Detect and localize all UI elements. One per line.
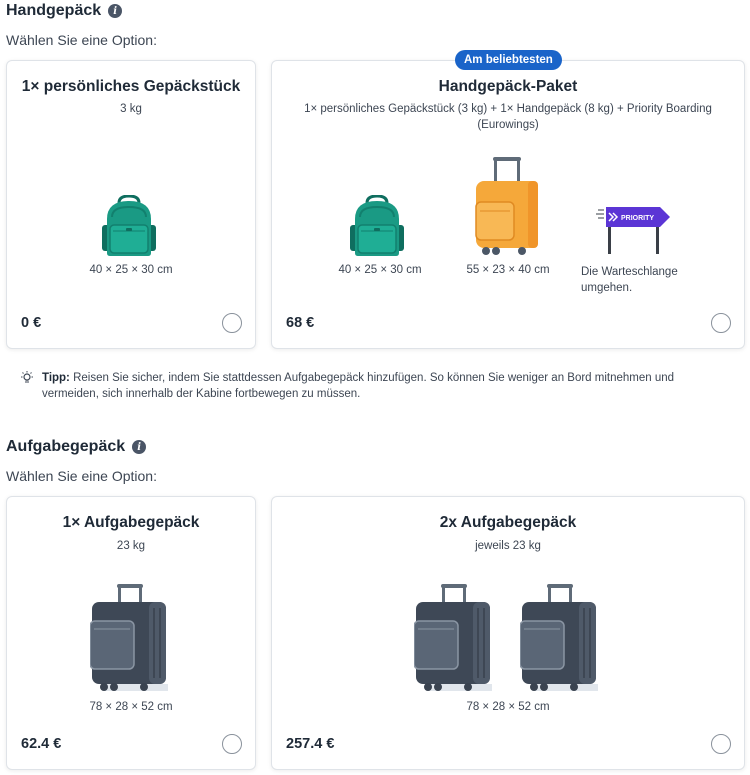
trolley-dimensions: 55 × 23 × 40 cm	[466, 264, 550, 276]
priority-boarding-text: Die Warteschlange umgehen.	[581, 266, 678, 294]
info-icon[interactable]: i	[132, 440, 147, 454]
checked-luggage-title: Aufgabegepäck i	[6, 438, 147, 456]
hand-luggage-title: Handgepäck i	[6, 2, 123, 20]
checked-suitcase-icon	[414, 584, 492, 691]
hand-luggage-subtitle: Wählen Sie eine Option:	[6, 32, 157, 48]
checked-suitcase-icon	[90, 584, 168, 691]
option-price: 257.4 €	[286, 736, 335, 752]
most-popular-badge: Am beliebtesten	[455, 50, 562, 70]
option-title: 2x Aufgabegepäck	[439, 514, 577, 531]
tip-text: Reisen Sie sicher, indem Sie stattdessen…	[42, 372, 675, 400]
backpack-icon	[350, 195, 404, 256]
select-radio[interactable]	[711, 313, 731, 333]
tip-label: Tipp:	[42, 372, 70, 384]
option-description: 1× persönliches Gepäckstück (3 kg) + 1× …	[304, 103, 712, 131]
option-price: 62.4 €	[21, 736, 62, 752]
priority-sign-label: PRIORITY	[621, 215, 654, 222]
backpack-icon	[102, 195, 156, 256]
trolley-suitcase-icon	[475, 157, 538, 255]
option-weight: 23 kg	[116, 540, 146, 552]
select-radio[interactable]	[711, 734, 731, 754]
one-checked-bag-option-card[interactable]: 1× Aufgabegepäck 23 kg 78 × 28 × 52 cm 6…	[6, 496, 256, 770]
priority-sign-icon: PRIORITY	[596, 207, 670, 254]
suitcase-dimensions: 78 × 28 × 52 cm	[89, 701, 173, 713]
backpack-dimensions: 40 × 25 × 30 cm	[338, 264, 422, 276]
hand-luggage-package-option-card[interactable]: Am beliebtesten Handgepäck-Paket 1× pers…	[271, 50, 745, 349]
suitcase-dimensions: 78 × 28 × 52 cm	[466, 701, 550, 713]
select-radio[interactable]	[222, 313, 242, 333]
option-price: 68 €	[286, 315, 315, 331]
backpack-dimensions: 40 × 25 × 30 cm	[89, 264, 173, 276]
option-title: Handgepäck-Paket	[438, 78, 578, 95]
option-title: 1× persönliches Gepäckstück	[21, 78, 241, 95]
option-weight: 3 kg	[120, 103, 142, 115]
option-weight: jeweils 23 kg	[475, 540, 541, 552]
select-radio[interactable]	[222, 734, 242, 754]
checked-suitcase-icon	[520, 584, 598, 691]
option-title: 1× Aufgabegepäck	[62, 514, 200, 531]
lightbulb-icon	[21, 371, 33, 383]
two-checked-bags-option-card[interactable]: 2x Aufgabegepäck jeweils 23 kg 78 × 28 ×…	[271, 496, 745, 770]
tip-message: Tipp: Reisen Sie sicher, indem Sie statt…	[20, 370, 730, 402]
personal-item-option-card[interactable]: 1× persönliches Gepäckstück 3 kg 40 × 25…	[6, 60, 256, 349]
info-icon[interactable]: i	[108, 4, 123, 18]
option-price: 0 €	[21, 315, 42, 331]
checked-luggage-subtitle: Wählen Sie eine Option:	[6, 468, 157, 484]
